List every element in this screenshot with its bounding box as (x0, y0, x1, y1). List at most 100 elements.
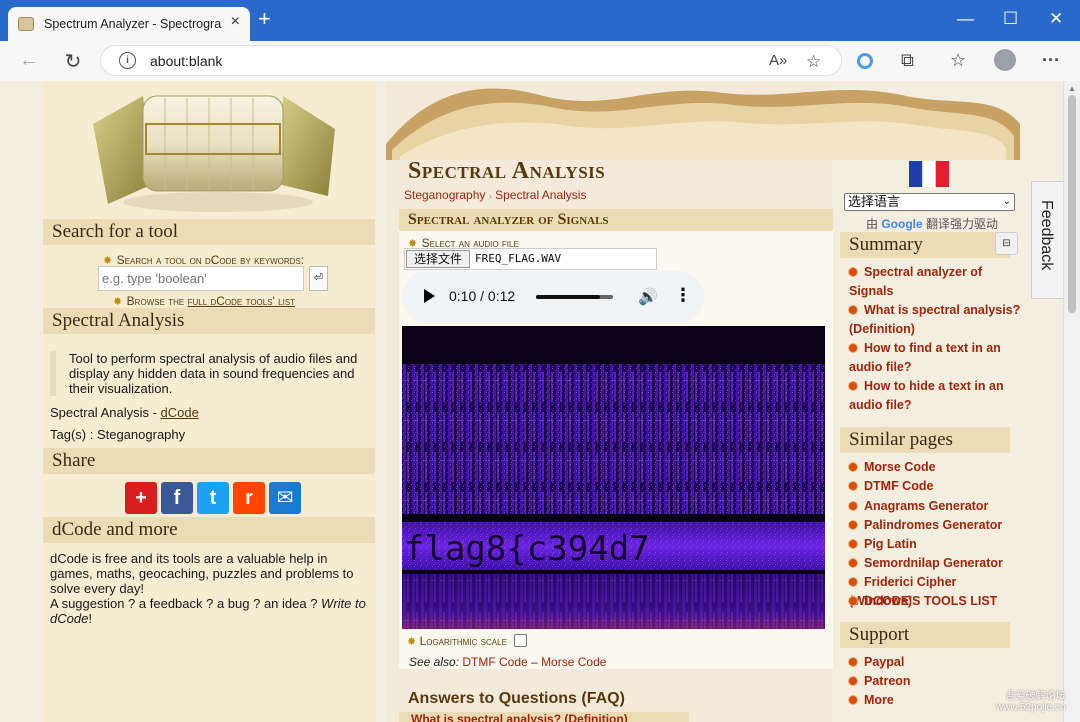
feedback-tab[interactable]: Feedback (1031, 181, 1063, 299)
support-item-label: Paypal (864, 655, 905, 669)
audio-file-input[interactable]: 选择文件 FREQ_FLAG.WAV (404, 248, 657, 270)
similar-item[interactable]: DCODE'S TOOLS LIST (849, 592, 1021, 611)
more-text-2-row: A suggestion ? a feedback ? a bug ? an i… (50, 596, 370, 626)
add-favorite-icon[interactable]: ☆ (806, 52, 821, 72)
audio-player: 0:10 / 0:12 🔊 ⋮ (402, 271, 704, 323)
search-input[interactable] (98, 266, 304, 291)
dcode-logo-icon[interactable] (83, 84, 348, 216)
read-aloud-icon[interactable]: A» (769, 52, 787, 69)
share-email-icon[interactable]: ✉ (269, 482, 301, 514)
similar-item-label: DCODE'S TOOLS LIST (864, 594, 998, 608)
minimize-icon[interactable]: — (957, 9, 974, 29)
tags-text: Tag(s) : Steganography (50, 427, 186, 442)
browser-essentials-icon[interactable] (857, 53, 873, 69)
share-twitter-icon[interactable]: t (197, 482, 229, 514)
breadcrumb-steganography[interactable]: Steganography (404, 188, 485, 202)
page-content: Search for a tool ✸ Search a tool on dCo… (0, 81, 1063, 722)
support-item[interactable]: Paypal (849, 653, 1021, 672)
favorites-icon[interactable]: ☆ (950, 50, 966, 71)
maximize-icon[interactable]: ☐ (1003, 9, 1018, 29)
see-also-dtmf-link[interactable]: DTMF Code (462, 655, 527, 669)
share-facebook-icon[interactable]: f (161, 482, 193, 514)
see-also-separator: – (527, 655, 542, 669)
bullet-icon (849, 540, 857, 548)
more-menu-icon[interactable]: ··· (1042, 50, 1060, 71)
search-submit-button[interactable]: ⏎ (309, 266, 328, 291)
dcode-link[interactable]: dCode (161, 405, 199, 420)
bullet-icon (849, 578, 857, 586)
google-logo[interactable]: Google (881, 217, 922, 231)
faq-item[interactable]: What is spectral analysis? (Definition) (399, 712, 689, 722)
chevron-down-icon: ⌄ (1002, 196, 1011, 207)
audio-more-icon[interactable]: ⋮ (674, 285, 692, 306)
summary-item-label: Spectral analyzer of Signals (849, 265, 983, 298)
similar-item[interactable]: Semordnilap Generator (849, 554, 1021, 573)
bullet-icon (849, 521, 857, 529)
tab-close-icon[interactable]: × (231, 13, 240, 31)
page-scrollbar[interactable]: ▲ (1063, 81, 1080, 722)
more-section-header: dCode and more (43, 517, 375, 543)
extensions-icon[interactable]: ⧉ (901, 50, 914, 71)
similar-item[interactable]: Palindromes Generator (849, 516, 1021, 535)
close-window-icon[interactable]: ✕ (1049, 9, 1063, 29)
reload-icon[interactable]: ↻ (61, 49, 85, 74)
audio-progress-slider[interactable] (536, 295, 613, 299)
similar-item[interactable]: Pig Latin (849, 535, 1021, 554)
breadcrumb-spectral-analysis[interactable]: Spectral Analysis (495, 188, 586, 202)
share-reddit-icon[interactable]: r (233, 482, 265, 514)
scroll-up-icon[interactable]: ▲ (1068, 84, 1076, 93)
choose-file-button[interactable]: 选择文件 (406, 250, 470, 268)
new-tab-icon[interactable]: + (258, 8, 271, 30)
address-url: about:blank (150, 53, 223, 69)
scrollbar-thumb[interactable] (1068, 95, 1076, 313)
summary-item[interactable]: How to find a text in an audio file? (849, 339, 1021, 377)
see-also-prefix: See also: (409, 655, 463, 669)
volume-icon[interactable]: 🔊 (638, 287, 658, 307)
tab-title: Spectrum Analyzer - Spectrogram (44, 17, 222, 31)
page-title: Spectral Analysis (408, 158, 606, 184)
back-icon[interactable]: ← (17, 49, 41, 72)
similar-item[interactable]: Anagrams Generator (849, 497, 1021, 516)
spectrogram-canvas: flag8{c394d7 (402, 326, 825, 629)
language-select[interactable]: 选择语言 ⌄ (844, 193, 1015, 211)
info-icon[interactable]: i (119, 52, 136, 69)
see-also-morse-link[interactable]: Morse Code (541, 655, 606, 669)
audio-progress-fill (536, 295, 600, 299)
tool-by-prefix: Spectral Analysis - (50, 405, 161, 420)
similar-item-label: Morse Code (864, 460, 936, 474)
bullet-icon (849, 463, 857, 471)
similar-item[interactable]: Morse Code (849, 458, 1021, 477)
summary-item[interactable]: What is spectral analysis? (Definition) (849, 301, 1021, 339)
play-icon[interactable] (424, 289, 435, 303)
similar-item[interactable]: DTMF Code (849, 477, 1021, 496)
more-text-1: dCode is free and its tools are a valuab… (50, 551, 354, 596)
summary-item-label: How to hide a text in an audio file? (849, 379, 1004, 412)
breadcrumb-separator: › (488, 191, 492, 201)
support-item-label: Patreon (864, 674, 911, 688)
bullet-icon (849, 344, 857, 352)
browse-tools-link[interactable]: full dCode tools' list (188, 294, 296, 308)
feedback-label: Feedback (1038, 200, 1055, 271)
profile-avatar[interactable] (994, 49, 1016, 71)
similar-item-label: Anagrams Generator (864, 499, 989, 513)
language-select-value: 选择语言 (848, 194, 901, 209)
share-plus-icon[interactable]: + (125, 482, 157, 514)
tool-by-row: Spectral Analysis - dCode (50, 405, 199, 420)
log-scale-checkbox[interactable] (514, 634, 528, 647)
browser-tab[interactable]: Spectrum Analyzer - Spectrogram × (8, 7, 250, 41)
watermark: 吾爱破解论坛 www.52pojie.cn (996, 687, 1065, 713)
collapse-summary-button[interactable]: ⊟ (995, 232, 1018, 255)
more-text-2: A suggestion ? a feedback ? a bug ? an i… (50, 596, 322, 611)
address-bar[interactable]: i about:blank A» ☆ (100, 45, 842, 76)
google-translate-credit: 由 Google 翻译强力驱动 (866, 215, 998, 232)
faq-title: Answers to Questions (FAQ) (408, 690, 625, 707)
browser-window: Spectrum Analyzer - Spectrogram × + — ☐ … (0, 0, 1080, 722)
bullet-icon (849, 268, 857, 276)
summary-item[interactable]: Spectral analyzer of Signals (849, 263, 1021, 301)
audio-time: 0:10 / 0:12 (449, 288, 516, 304)
search-section-header: Search for a tool (43, 219, 375, 245)
summary-item[interactable]: How to hide a text in an audio file? (849, 377, 1021, 415)
similar-item-label: Palindromes Generator (864, 518, 1003, 532)
french-flag-icon[interactable] (909, 161, 949, 187)
browse-prefix: Browse the (126, 294, 188, 308)
